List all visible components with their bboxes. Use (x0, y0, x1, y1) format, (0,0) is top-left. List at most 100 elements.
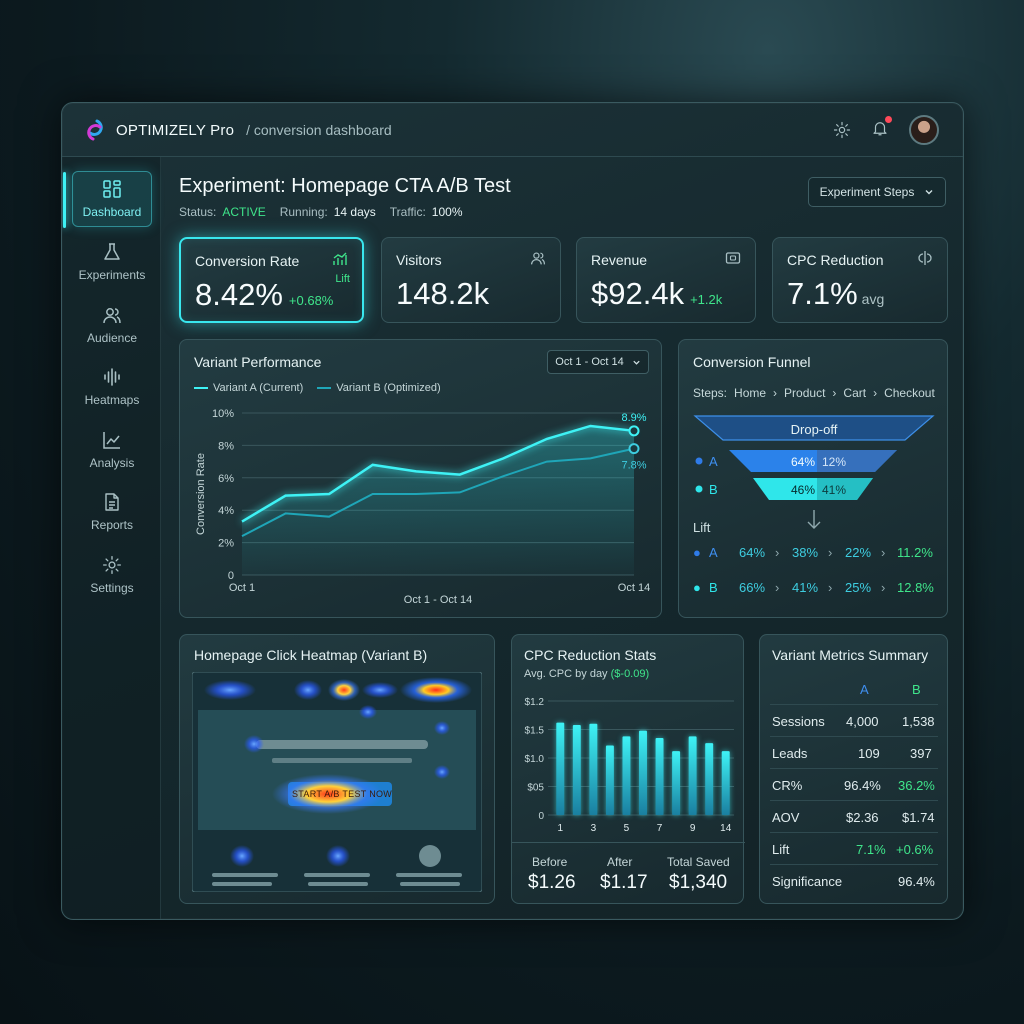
status-label: Status: (179, 205, 217, 219)
y-tick-label: 0 (228, 570, 234, 582)
kpi-delta: +0.68% (288, 293, 334, 308)
row-value-a: 96.4% (844, 778, 881, 793)
optimizely-logo-icon (87, 119, 103, 141)
end-label-variant-b: 7.8% (621, 460, 646, 472)
x-tick-label: Oct 1 (229, 582, 255, 594)
row-value-b: 1,538 (902, 714, 935, 729)
chevron-right-icon: › (832, 386, 837, 400)
chevron-right-icon: › (873, 386, 878, 400)
kpi-value: 7.1% avg (787, 276, 884, 312)
sidebar-item-reports[interactable]: Reports (72, 484, 152, 540)
heat-spot (294, 680, 322, 700)
users-icon (103, 308, 121, 324)
sidebar-item-label: Experiments (78, 268, 146, 282)
notifications-button[interactable] (871, 115, 892, 142)
heatmap-cta-label: START A/B TEST NOW (292, 789, 393, 799)
y-tick-label: 2% (218, 538, 234, 550)
running-value: 14 days (333, 205, 376, 219)
sidebar-item-analysis[interactable]: Analysis (72, 422, 152, 478)
lift-value: 22% (845, 545, 872, 560)
divider (512, 842, 745, 843)
kpi-label: Visitors (396, 252, 442, 268)
bar[interactable] (572, 724, 581, 815)
kpi-value-text: 8.42% (195, 277, 283, 312)
sidebar-item-audience[interactable]: Audience (72, 297, 152, 353)
chevron-down-icon (925, 190, 933, 195)
end-point-variant-b[interactable] (628, 443, 640, 455)
running-label: Running: (279, 205, 328, 219)
top-bar: OPTIMIZELY Pro / conversion dashboard (62, 103, 963, 157)
sidebar-item-heatmaps[interactable]: Heatmaps (72, 359, 152, 415)
table-header: A B (770, 673, 938, 705)
traffic-value: 100% (431, 205, 463, 219)
row-value-b: 397 (910, 746, 932, 761)
sidebar-item-settings[interactable]: Settings (72, 547, 152, 603)
heat-spot (434, 765, 450, 779)
saved-value: $1,340 (669, 872, 728, 893)
avatar[interactable] (909, 115, 939, 145)
kpi-label: Conversion Rate (195, 253, 300, 269)
after-value: $1.17 (600, 872, 648, 893)
kpi-suffix: avg (861, 291, 885, 307)
bar[interactable] (705, 743, 714, 815)
heat-spot (230, 845, 254, 867)
sidebar-item-experiments[interactable]: Experiments (72, 234, 152, 290)
bar[interactable] (605, 745, 614, 815)
experiment-status-line: Status: ACTIVE Running: 14 days Traffic:… (179, 205, 471, 219)
experiment-steps-label: Experiment Steps (819, 185, 915, 199)
x-tick-label: 9 (690, 823, 696, 834)
heat-spot (326, 845, 350, 867)
lift-value: 64% (739, 545, 766, 560)
bar[interactable] (721, 751, 730, 815)
bar[interactable] (556, 722, 565, 815)
sidebar-item-dashboard[interactable]: Dashboard (63, 171, 152, 228)
line-chart-icon (103, 432, 120, 449)
end-point-variant-a[interactable] (628, 425, 640, 437)
lift-row-label: A (709, 545, 718, 560)
heat-spot (328, 679, 360, 701)
kpi-value: 8.42% +0.68% (195, 277, 333, 313)
funnel-step[interactable]: Cart (843, 386, 866, 400)
bar[interactable] (672, 751, 681, 815)
funnel-step[interactable]: Checkout (884, 386, 935, 400)
lift-value: 41% (792, 580, 819, 595)
bar-growth-icon (333, 252, 347, 265)
row-label: Significance (772, 874, 843, 889)
kpi-value: $92.4k +1.2k (591, 276, 722, 312)
heatmap-preview[interactable] (192, 672, 482, 892)
funnel-b-drop: 41% (822, 483, 847, 497)
page-title: Experiment: Homepage CTA A/B Test (179, 175, 511, 197)
funnel-step[interactable]: Product (784, 386, 825, 400)
bar[interactable] (639, 730, 647, 815)
end-label-variant-a: 8.9% (621, 412, 646, 424)
bar[interactable] (688, 736, 697, 815)
flask-icon (104, 243, 120, 260)
x-tick-label: 7 (657, 823, 663, 834)
lift-row-label: B (709, 580, 718, 595)
gear-icon[interactable] (833, 121, 851, 139)
app-window: OPTIMIZELY Pro / conversion dashboard Da… (61, 102, 964, 920)
experiment-steps-dropdown[interactable]: Experiment Steps (808, 177, 946, 207)
saved-label: Total Saved (667, 855, 730, 869)
before-value: $1.26 (528, 872, 576, 893)
chevron-right-icon: › (881, 545, 886, 560)
bar[interactable] (622, 736, 631, 815)
kpi-card-cpc-reduction[interactable]: CPC Reduction 7.1% avg (772, 237, 948, 323)
brand[interactable]: OPTIMIZELY Pro / conversion dashboard (82, 117, 392, 143)
sidebar-item-label: Dashboard (82, 205, 142, 219)
bar[interactable] (655, 738, 664, 815)
chevron-right-icon: › (773, 386, 778, 400)
x-axis-label: Oct 1 - Oct 14 (404, 594, 472, 606)
arrow-down-icon (807, 510, 821, 529)
bar[interactable] (589, 723, 598, 815)
waveform-icon (104, 368, 120, 386)
kpi-label: Revenue (591, 252, 648, 268)
y-tick-label: $1.0 (525, 754, 545, 765)
y-tick-label: $1.2 (525, 697, 545, 708)
kpi-card-revenue[interactable]: Revenue $92.4k +1.2k (576, 237, 756, 323)
kpi-card-conversion-rate[interactable]: Conversion Rate Lift 8.42% +0.68% (179, 237, 364, 323)
funnel-step[interactable]: Home (734, 386, 766, 400)
heat-spot (434, 721, 450, 735)
column-header-b: B (912, 682, 921, 697)
kpi-card-visitors[interactable]: Visitors 148.2k (381, 237, 561, 323)
